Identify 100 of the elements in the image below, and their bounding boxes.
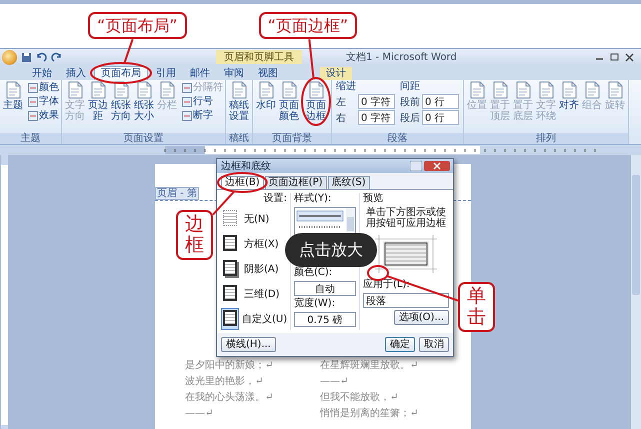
poem-line: 在星辉斑斓里放歌。↵ — [320, 359, 420, 372]
ribbon-tab[interactable]: 邮件 — [184, 67, 216, 80]
setting-option[interactable]: 阴影(A) — [221, 258, 287, 280]
poem-line: ——↵ — [320, 375, 350, 388]
document-icon — [66, 81, 84, 99]
dialog-tab[interactable]: 底纹(S) — [328, 176, 370, 189]
group-label: 稿纸 — [226, 133, 252, 144]
swatch-icon — [28, 110, 38, 120]
document-icon — [514, 81, 532, 99]
ribbon-button[interactable]: 字体 — [28, 95, 59, 108]
poem-line: ——↵ — [185, 407, 214, 420]
setting-option[interactable]: 自定义(U) — [221, 308, 287, 330]
ribbon-tab[interactable]: 页面布局 — [94, 66, 148, 80]
undo-icon[interactable] — [36, 52, 47, 62]
field-label: 宽度(W): — [294, 298, 336, 310]
header-label: 页眉 - 第 — [155, 187, 199, 200]
ribbon-button[interactable]: 颜色 — [28, 81, 59, 94]
document-icon — [280, 81, 298, 99]
setting-option[interactable]: 三维(D) — [221, 283, 287, 305]
dialog-title: 边框和底纹 — [221, 160, 271, 173]
field-label: 设置: — [264, 193, 287, 205]
document-icon — [560, 81, 578, 99]
poem-line: 在我的心头荡漾。↵ — [185, 391, 274, 404]
document-icon — [468, 81, 486, 99]
ribbon-button[interactable]: 页面颜色 — [278, 81, 300, 122]
zoom-badge[interactable]: 点击放大 — [285, 233, 377, 267]
field-label: 左 — [336, 96, 347, 108]
setting-option[interactable]: 方框(X) — [221, 233, 287, 255]
ribbon-tab[interactable]: 审阅 — [218, 67, 250, 80]
ribbon-tab[interactable]: 设计 — [320, 67, 352, 80]
document-icon — [538, 81, 554, 99]
document-icon — [90, 81, 106, 99]
document-icon — [136, 81, 152, 99]
spin-field[interactable]: 0 字符 — [358, 110, 395, 125]
callout: “页面边框” — [258, 12, 358, 40]
group-label: 页面设置 — [62, 133, 225, 144]
dialog-tab[interactable]: 页面边框(P) — [264, 176, 327, 189]
cancel-button[interactable]: 取消 — [419, 337, 449, 352]
ribbon-button[interactable]: 纸张方向 — [110, 81, 132, 122]
document-icon — [4, 81, 22, 99]
options-button[interactable]: 选项(O)... — [394, 310, 449, 325]
ribbon-tab[interactable]: 引用 — [150, 67, 182, 80]
field-label: 间距 — [400, 81, 421, 93]
highlight-ellipse — [217, 172, 268, 193]
field-label: 预览 — [363, 193, 384, 205]
document-icon — [258, 81, 274, 99]
ribbon-button[interactable]: 行号 — [182, 95, 223, 108]
ribbon-button[interactable]: 稿纸设置 — [228, 81, 250, 122]
swatch-icon — [182, 82, 192, 92]
group-label: 主题 — [0, 133, 61, 144]
ribbon-button[interactable]: 对齐 — [558, 81, 580, 111]
ribbon-button[interactable]: 效果 — [28, 109, 59, 122]
field-label: 样式(Y): — [294, 193, 332, 205]
poem-line: 波光里的艳影，↵ — [185, 375, 264, 388]
ribbon-button[interactable]: 页面边框 — [305, 81, 327, 122]
ribbon-tab[interactable]: 视图 — [252, 67, 284, 80]
setting-option[interactable]: 无(N) — [221, 208, 287, 230]
document-icon — [606, 81, 624, 99]
group-label: 段落 — [332, 133, 463, 144]
swatch-icon — [182, 110, 192, 120]
document-icon — [492, 81, 508, 99]
ribbon-button[interactable]: 断字 — [182, 109, 223, 122]
highlight-ellipse — [90, 62, 152, 84]
ribbon-tab[interactable]: 开始 — [26, 67, 58, 80]
ribbon-button[interactable]: 页边距 — [87, 81, 109, 122]
close-icon[interactable] — [624, 52, 635, 62]
horizontal-line-button[interactable]: 横线(H)... — [221, 337, 276, 352]
dropdown[interactable]: 0.75 磅 — [294, 312, 356, 327]
dropdown[interactable]: 段落 — [363, 293, 449, 308]
spin-field[interactable]: 0 字符 — [358, 94, 395, 109]
ok-button[interactable]: 确定 — [385, 337, 415, 352]
swatch-icon — [28, 96, 38, 106]
ribbon-tab[interactable]: 插入 — [60, 67, 92, 80]
callout: 单击 — [458, 282, 495, 332]
close-icon[interactable] — [424, 161, 450, 171]
border-thumbnail[interactable] — [221, 308, 239, 330]
preview-hint: 单击下方图示或使用按钮可应用边框 — [365, 207, 447, 229]
spin-field[interactable]: 0 行 — [422, 110, 459, 125]
callout: “页面布局” — [88, 12, 187, 40]
document-icon — [308, 81, 324, 99]
save-icon[interactable] — [21, 52, 32, 62]
ribbon-button[interactable]: 纸张大小 — [133, 81, 155, 122]
callout: 边框 — [176, 210, 213, 260]
spin-field[interactable]: 0 行 — [422, 94, 459, 109]
ribbon-button[interactable]: 主题 — [2, 81, 24, 111]
swatch-icon — [182, 96, 192, 106]
dropdown[interactable]: 自动 — [294, 281, 356, 296]
document-icon — [584, 81, 600, 99]
maximize-icon[interactable] — [609, 52, 620, 62]
ribbon-button[interactable]: 水印 — [255, 81, 277, 111]
dialog-tab[interactable]: 边框(B) — [221, 176, 264, 189]
swatch-icon — [28, 82, 38, 92]
poem-line: 悄悄是别离的笙箫；↵ — [320, 407, 420, 420]
window-title: 文档1 - Microsoft Word — [346, 50, 457, 64]
redo-icon[interactable] — [51, 52, 62, 62]
field-label: 段后 — [400, 112, 420, 124]
field-label: 颜色(C): — [294, 267, 334, 279]
document-icon — [158, 81, 176, 99]
field-label: 段前 — [400, 96, 420, 108]
group-label: 页面背景 — [253, 133, 331, 144]
